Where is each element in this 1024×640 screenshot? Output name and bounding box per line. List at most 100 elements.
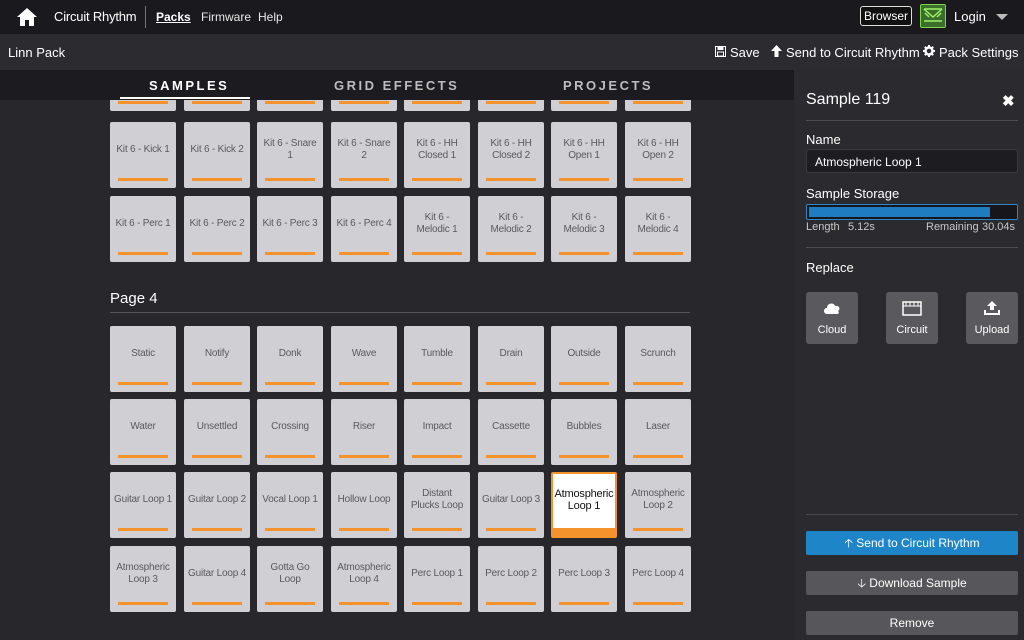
sample-pad[interactable]: Guitar Loop 4 [184,546,250,612]
sample-pad[interactable] [404,100,470,111]
sample-pad-label: Tumble [421,348,453,359]
sample-pad[interactable]: Drain [478,326,544,392]
sample-pad[interactable] [184,100,250,111]
nav-firmware[interactable]: Firmware [201,10,251,24]
sample-pad[interactable]: Outside [551,326,617,392]
pack-settings-button[interactable]: Pack Settings [923,45,1019,60]
sample-pad-label: Donk [278,348,302,359]
sample-pad-bar [265,252,315,255]
sample-pad-label: Kit 6 - Kick 2 [190,144,244,155]
sample-pad[interactable]: Kit 6 - HH Closed 1 [404,122,470,188]
sample-pad[interactable]: Crossing [257,399,323,465]
sample-pad[interactable]: Distant Plucks Loop [404,472,470,538]
remaining-label: Remaining [926,221,979,233]
sample-pad[interactable]: Kit 6 - Perc 2 [184,196,250,262]
sample-pad[interactable] [551,100,617,111]
replace-cloud-button[interactable]: Cloud [806,292,858,344]
sample-pad[interactable]: Atmospheric Loop 4 [331,546,397,612]
close-icon[interactable]: ✖ [1002,92,1015,110]
nav-divider [145,6,146,28]
sample-pad[interactable]: Unsettled [184,399,250,465]
replace-cloud-label: Cloud [817,324,847,336]
replace-label: Replace [806,260,854,275]
sample-pad[interactable]: Kit 6 - Melodic 4 [625,196,691,262]
sample-pad[interactable]: Guitar Loop 3 [478,472,544,538]
sample-pad-label: Kit 6 - Perc 1 [115,218,171,229]
brand-link[interactable]: Circuit Rhythm [54,9,137,24]
sample-pad[interactable]: Guitar Loop 1 [110,472,176,538]
sample-pad[interactable]: Kit 6 - HH Open 1 [551,122,617,188]
download-sample-button[interactable]: 🡣 Download Sample [806,571,1018,595]
sample-pad-label: Kit 6 - Snare 2 [337,138,391,161]
sample-pad[interactable] [625,100,691,111]
sample-pad[interactable]: Water [110,399,176,465]
sample-pad[interactable]: Impact [404,399,470,465]
sample-pad[interactable]: Kit 6 - Perc 3 [257,196,323,262]
sample-pad-label: Hollow Loop [337,494,391,505]
sample-pad[interactable]: Kit 6 - Kick 1 [110,122,176,188]
sample-pad[interactable]: Kit 6 - HH Open 2 [625,122,691,188]
sample-pad[interactable]: Perc Loop 4 [625,546,691,612]
sample-name-input[interactable]: Atmospheric Loop 1 [806,149,1018,173]
sample-pad[interactable]: Kit 6 - Kick 2 [184,122,250,188]
sample-pad[interactable]: Kit 6 - Perc 1 [110,196,176,262]
nav-packs[interactable]: Packs [156,10,191,24]
sample-pad-label: Scrunch [640,348,676,359]
browser-button[interactable]: Browser [860,6,912,26]
tab-grid-effects[interactable]: GRID EFFECTS [334,78,459,93]
save-button[interactable]: Save [715,45,760,60]
sample-pad[interactable]: Cassette [478,399,544,465]
sample-pad[interactable]: Perc Loop 3 [551,546,617,612]
sample-pad-selected[interactable]: Atmospheric Loop 1 [551,472,617,538]
sample-pad[interactable] [110,100,176,111]
sample-pad[interactable] [331,100,397,111]
sample-pad-bar [192,382,242,385]
sample-pad[interactable]: Perc Loop 2 [478,546,544,612]
sample-pad[interactable]: Atmospheric Loop 3 [110,546,176,612]
login-link[interactable]: Login [954,9,986,24]
sample-pad[interactable]: Gotta Go Loop [257,546,323,612]
sample-pad-bar [559,382,609,385]
sample-pad[interactable]: Perc Loop 1 [404,546,470,612]
sample-pad-bar [265,455,315,458]
sample-pad[interactable] [478,100,544,111]
sample-pad[interactable]: Vocal Loop 1 [257,472,323,538]
sample-pad[interactable]: Notify [184,326,250,392]
replace-upload-button[interactable]: Upload [966,292,1018,344]
sample-pad[interactable]: Kit 6 - Melodic 2 [478,196,544,262]
sample-pad-bar [339,602,389,605]
sample-pad[interactable]: Kit 6 - Snare 1 [257,122,323,188]
sample-pad-bar [265,178,315,181]
sample-pad-label: Guitar Loop 2 [188,494,246,505]
sample-pad[interactable]: Hollow Loop [331,472,397,538]
nav-help[interactable]: Help [258,10,283,24]
tab-samples[interactable]: SAMPLES [149,78,229,93]
sample-pad[interactable]: Donk [257,326,323,392]
replace-circuit-button[interactable]: Circuit [886,292,938,344]
sample-pad[interactable]: Kit 6 - Melodic 3 [551,196,617,262]
sample-pad[interactable]: Atmospheric Loop 2 [625,472,691,538]
sample-pad[interactable]: Laser [625,399,691,465]
chevron-down-icon[interactable] [996,14,1008,20]
sample-pad[interactable]: Kit 6 - Perc 4 [331,196,397,262]
arrow-down-icon: 🡣 [857,576,870,590]
send-to-device-button[interactable]: Send to Circuit Rhythm [771,45,920,60]
sample-pad[interactable]: Tumble [404,326,470,392]
home-icon[interactable] [16,7,38,27]
sample-pad[interactable]: Kit 6 - Snare 2 [331,122,397,188]
sample-pad[interactable]: Bubbles [551,399,617,465]
sample-pad[interactable]: Guitar Loop 2 [184,472,250,538]
sample-pad[interactable]: Static [110,326,176,392]
remove-sample-button[interactable]: Remove [806,611,1018,635]
sample-pad[interactable]: Wave [331,326,397,392]
sample-pad[interactable]: Kit 6 - HH Closed 2 [478,122,544,188]
sample-pad-bar [339,455,389,458]
sample-pad[interactable] [257,100,323,111]
login-avatar-icon[interactable] [920,4,946,28]
tab-projects[interactable]: PROJECTS [563,78,653,93]
send-sample-button[interactable]: 🡡 Send to Circuit Rhythm [806,531,1018,555]
sample-pad[interactable]: Scrunch [625,326,691,392]
sample-pad[interactable]: Kit 6 - Melodic 1 [404,196,470,262]
sample-pad[interactable]: Riser [331,399,397,465]
sample-pad-bar [412,382,462,385]
